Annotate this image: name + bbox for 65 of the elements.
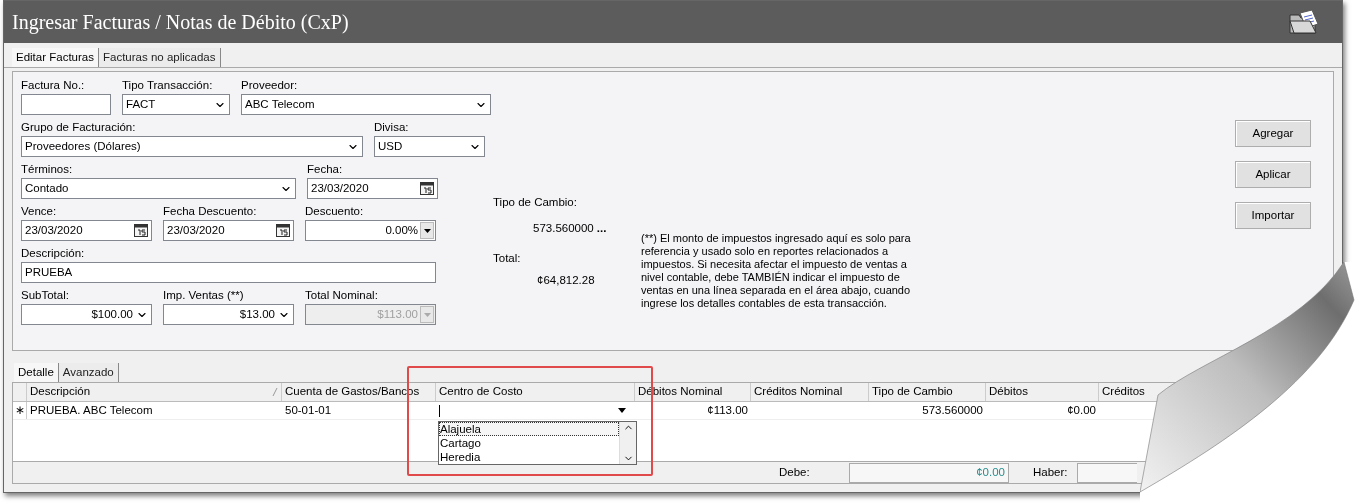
scrollbar[interactable] xyxy=(619,422,636,464)
action-button[interactable]: Aplicar xyxy=(1235,161,1311,188)
field-label: Descripción: xyxy=(21,246,86,260)
dropdown-field[interactable]: Contado xyxy=(21,178,296,199)
field-label: Total Nominal: xyxy=(305,288,379,302)
action-button[interactable]: Agregar xyxy=(1235,120,1311,147)
field-label: Fecha Descuento: xyxy=(163,204,258,218)
field-label: SubTotal: xyxy=(21,288,70,302)
field-label: Proveedor: xyxy=(241,78,299,92)
folder-icon xyxy=(1288,9,1320,35)
text-field[interactable] xyxy=(21,94,111,115)
tab[interactable]: Avanzado xyxy=(58,363,119,382)
sort-icon xyxy=(272,388,278,396)
column-header[interactable]: Descripción xyxy=(27,383,282,401)
date-field[interactable]: 23/03/2020 xyxy=(307,178,438,199)
debe-field: ¢0.00 xyxy=(849,462,1009,483)
table-cell-text: 573.560000 xyxy=(922,402,983,418)
tax-note: (**) El monto de impuestos ingresado aquí es solo para referencia y usado solo en reportes relacionados a impuestos. Si necesita afectar el impuesto de ventas a nivel contable, debe TAMBIÉN indicar el impuesto de ventas en una línea separada en el área abajo, cuando ingrese los detalles contables de esta transacción. xyxy=(641,231,912,311)
dropdown-option[interactable]: Cartago xyxy=(439,436,619,450)
window-title: Ingresar Facturas / Notas de Débito (CxP) xyxy=(12,10,349,36)
exchange-rate-label: Tipo de Cambio: xyxy=(493,195,578,210)
total-value: ¢64,812.28 xyxy=(536,272,596,288)
numeric-field[interactable]: 0.00% xyxy=(305,220,436,241)
action-button[interactable]: Importar xyxy=(1235,202,1311,229)
date-field[interactable]: 23/03/2020 xyxy=(21,220,152,241)
column-header[interactable]: Centro de Costo xyxy=(436,383,635,401)
exchange-rate-value: 573.560000 xyxy=(533,221,594,237)
field-label: Imp. Ventas (**) xyxy=(163,288,245,302)
dropdown-field[interactable]: Proveedores (Dólares) xyxy=(21,136,363,157)
date-field[interactable]: 23/03/2020 xyxy=(163,220,294,241)
column-header[interactable]: Tipo de Cambio xyxy=(869,383,986,401)
calendar-icon[interactable] xyxy=(276,224,290,237)
field-label: Divisa: xyxy=(374,120,410,134)
field-label: Términos: xyxy=(21,162,74,176)
column-header[interactable]: Créditos Nominal xyxy=(751,383,869,401)
debe-label: Debe: xyxy=(779,464,811,480)
total-label: Total: xyxy=(493,250,522,266)
field-label: Descuento: xyxy=(305,204,365,218)
more-link[interactable]: ... xyxy=(596,220,607,238)
table-cell-text: ¢0.00 xyxy=(1067,402,1096,418)
dropdown-field[interactable]: $13.00 xyxy=(163,304,294,325)
field-label: Fecha: xyxy=(307,162,344,176)
dropdown-option[interactable]: Alajuela xyxy=(439,422,619,436)
dropdown-arrow-icon[interactable] xyxy=(618,408,626,413)
tab[interactable]: Detalle xyxy=(14,363,59,382)
calendar-icon[interactable] xyxy=(134,224,148,237)
tab[interactable]: Facturas no aplicadas xyxy=(99,48,221,67)
text-field[interactable]: PRUEBA xyxy=(21,262,436,283)
calendar-icon[interactable] xyxy=(420,182,434,195)
dropdown-field[interactable]: ABC Telecom xyxy=(241,94,491,115)
tab[interactable]: Editar Facturas xyxy=(12,48,99,67)
field-label: Factura No.: xyxy=(21,78,86,92)
dropdown-field[interactable]: FACT xyxy=(122,94,230,115)
haber-label: Haber: xyxy=(1033,464,1069,480)
dropdown-option[interactable]: Heredia xyxy=(439,450,619,464)
dropdown-field[interactable]: USD xyxy=(374,136,485,157)
field-label: Tipo Transacción: xyxy=(122,78,214,92)
table-cell-text: PRUEBA. ABC Telecom xyxy=(30,402,153,418)
field-label: Grupo de Facturación: xyxy=(21,120,137,134)
column-header[interactable]: Débitos xyxy=(986,383,1099,401)
table-cell-text: 50-01-01 xyxy=(285,402,332,418)
column-header[interactable]: Créditos xyxy=(1099,383,1153,401)
field-label: Vence: xyxy=(21,204,58,218)
table-cell-text: ¢113.00 xyxy=(707,402,748,418)
dropdown-field[interactable]: $100.00 xyxy=(21,304,152,325)
